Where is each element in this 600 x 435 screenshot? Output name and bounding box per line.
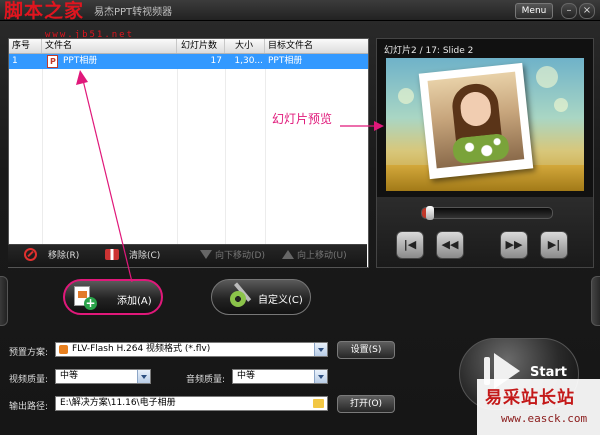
- minimize-icon: –: [566, 5, 572, 16]
- last-slide-button[interactable]: ▶|: [540, 231, 568, 259]
- custom-button-label: 自定义(C): [258, 295, 303, 306]
- site-logo-text: 脚本之家: [4, 0, 85, 22]
- row-size: 1,30...: [234, 56, 263, 66]
- bokeh-light: [554, 98, 568, 112]
- output-path-input[interactable]: E:\解决方案\11.16\电子相册: [55, 396, 328, 411]
- watermark-url: www.easck.com: [501, 412, 588, 425]
- previous-slide-button[interactable]: ◀◀: [436, 231, 464, 259]
- menu-button[interactable]: Menu: [515, 3, 553, 19]
- row-filename: PPT相册: [63, 56, 98, 66]
- slider-thumb[interactable]: [426, 206, 434, 220]
- chevron-down-icon: [314, 343, 327, 356]
- preview-title: 幻灯片2 / 17: Slide 2: [384, 46, 474, 56]
- file-list-header: 序号 文件名 幻灯片数 大小 目标文件名: [9, 39, 368, 54]
- flower-bouquet: [451, 132, 511, 165]
- title-bar: 易杰PPT转视频器 Menu – ×: [0, 0, 600, 21]
- flv-format-icon: [59, 345, 68, 354]
- left-side-handle: [0, 276, 8, 326]
- bokeh-light: [536, 66, 558, 88]
- column-header-index[interactable]: 序号: [9, 39, 42, 53]
- output-path-value: E:\解决方案\11.16\电子相册: [60, 398, 176, 408]
- custom-button[interactable]: 自定义(C): [211, 279, 311, 315]
- column-header-filename[interactable]: 文件名: [42, 39, 177, 53]
- remove-button[interactable]: 移除(R): [48, 249, 79, 263]
- grid-line: [177, 69, 178, 267]
- skip-back-icon: |◀: [403, 238, 417, 251]
- preset-value: FLV-Flash H.264 视频格式 (*.flv): [72, 344, 211, 354]
- file-list[interactable]: 序号 文件名 幻灯片数 大小 目标文件名 1 PPT相册 17 1,30... …: [8, 38, 369, 268]
- tools-gear-icon: [222, 282, 252, 309]
- audio-quality-value: 中等: [237, 371, 256, 381]
- grid-line: [42, 69, 43, 267]
- column-header-size[interactable]: 大小: [225, 39, 265, 53]
- chevron-down-icon: [314, 370, 327, 383]
- grid-line: [225, 69, 226, 267]
- video-quality-label: 视频质量:: [9, 375, 49, 385]
- photo-frame: [418, 62, 534, 180]
- remove-icon: [24, 248, 37, 261]
- column-header-slides[interactable]: 幻灯片数: [177, 39, 225, 53]
- row-slides: 17: [210, 56, 222, 66]
- skip-forward-icon: ▶|: [547, 238, 561, 251]
- bokeh-light: [398, 88, 414, 104]
- arrow-up-icon: [282, 250, 294, 259]
- rewind-icon: ◀◀: [441, 238, 459, 251]
- grid-line: [265, 69, 266, 267]
- right-side-handle: [591, 276, 600, 326]
- open-button[interactable]: 打开(O): [337, 395, 395, 413]
- table-row[interactable]: 1 PPT相册 17 1,30... PPT相册: [9, 54, 368, 69]
- move-down-button[interactable]: 向下移动(D): [215, 249, 265, 263]
- settings-button[interactable]: 设置(S): [337, 341, 395, 359]
- minimize-button[interactable]: –: [561, 3, 577, 19]
- move-up-button[interactable]: 向上移动(U): [297, 249, 347, 263]
- arrow-down-icon: [200, 250, 212, 259]
- menu-button-label: Menu: [521, 6, 547, 16]
- video-quality-select[interactable]: 中等: [55, 369, 151, 384]
- annotation-preview-label: 幻灯片预览: [272, 112, 333, 126]
- audio-quality-select[interactable]: 中等: [232, 369, 328, 384]
- preview-slider[interactable]: [421, 206, 553, 220]
- start-button-label: Start: [530, 365, 567, 380]
- row-target: PPT相册: [268, 56, 303, 66]
- clear-icon: [105, 249, 119, 260]
- next-slide-button[interactable]: ▶▶: [500, 231, 528, 259]
- column-header-target[interactable]: 目标文件名: [265, 39, 368, 53]
- preview-controls: |◀ ◀◀ ▶▶ ▶|: [377, 197, 593, 267]
- audio-quality-label: 音频质量:: [186, 375, 226, 385]
- app-window: 易杰PPT转视频器 Menu – × 脚本之家 www.jb51.net 序号 …: [0, 0, 600, 435]
- preset-label: 预置方案:: [9, 348, 49, 358]
- output-path-label: 输出路径:: [9, 402, 49, 412]
- first-slide-button[interactable]: |◀: [396, 231, 424, 259]
- list-toolbar: 移除(R) 清除(C) 向下移动(D) 向上移动(U): [8, 244, 367, 267]
- watermark-text: 易采站长站: [485, 388, 575, 408]
- row-index: 1: [12, 56, 18, 66]
- ppt-file-icon: [47, 55, 58, 68]
- watermark: 易采站长站 www.easck.com: [477, 379, 600, 435]
- video-quality-value: 中等: [60, 371, 79, 381]
- close-button[interactable]: ×: [579, 3, 595, 19]
- fast-forward-icon: ▶▶: [505, 238, 523, 251]
- add-file-icon: +: [73, 286, 97, 310]
- chevron-down-icon: [137, 370, 150, 383]
- slide-preview-panel: 幻灯片2 / 17: Slide 2 |◀ ◀◀ ▶▶ ▶|: [376, 38, 594, 268]
- photo: [427, 71, 525, 169]
- preset-select[interactable]: FLV-Flash H.264 视频格式 (*.flv): [55, 342, 328, 357]
- clear-button[interactable]: 清除(C): [129, 249, 160, 263]
- folder-icon[interactable]: [313, 399, 324, 408]
- slide-preview-image: [386, 58, 584, 191]
- add-button[interactable]: + 添加(A): [63, 279, 163, 315]
- add-button-label: 添加(A): [117, 296, 152, 307]
- close-icon: ×: [582, 5, 592, 16]
- window-title: 易杰PPT转视频器: [94, 7, 173, 18]
